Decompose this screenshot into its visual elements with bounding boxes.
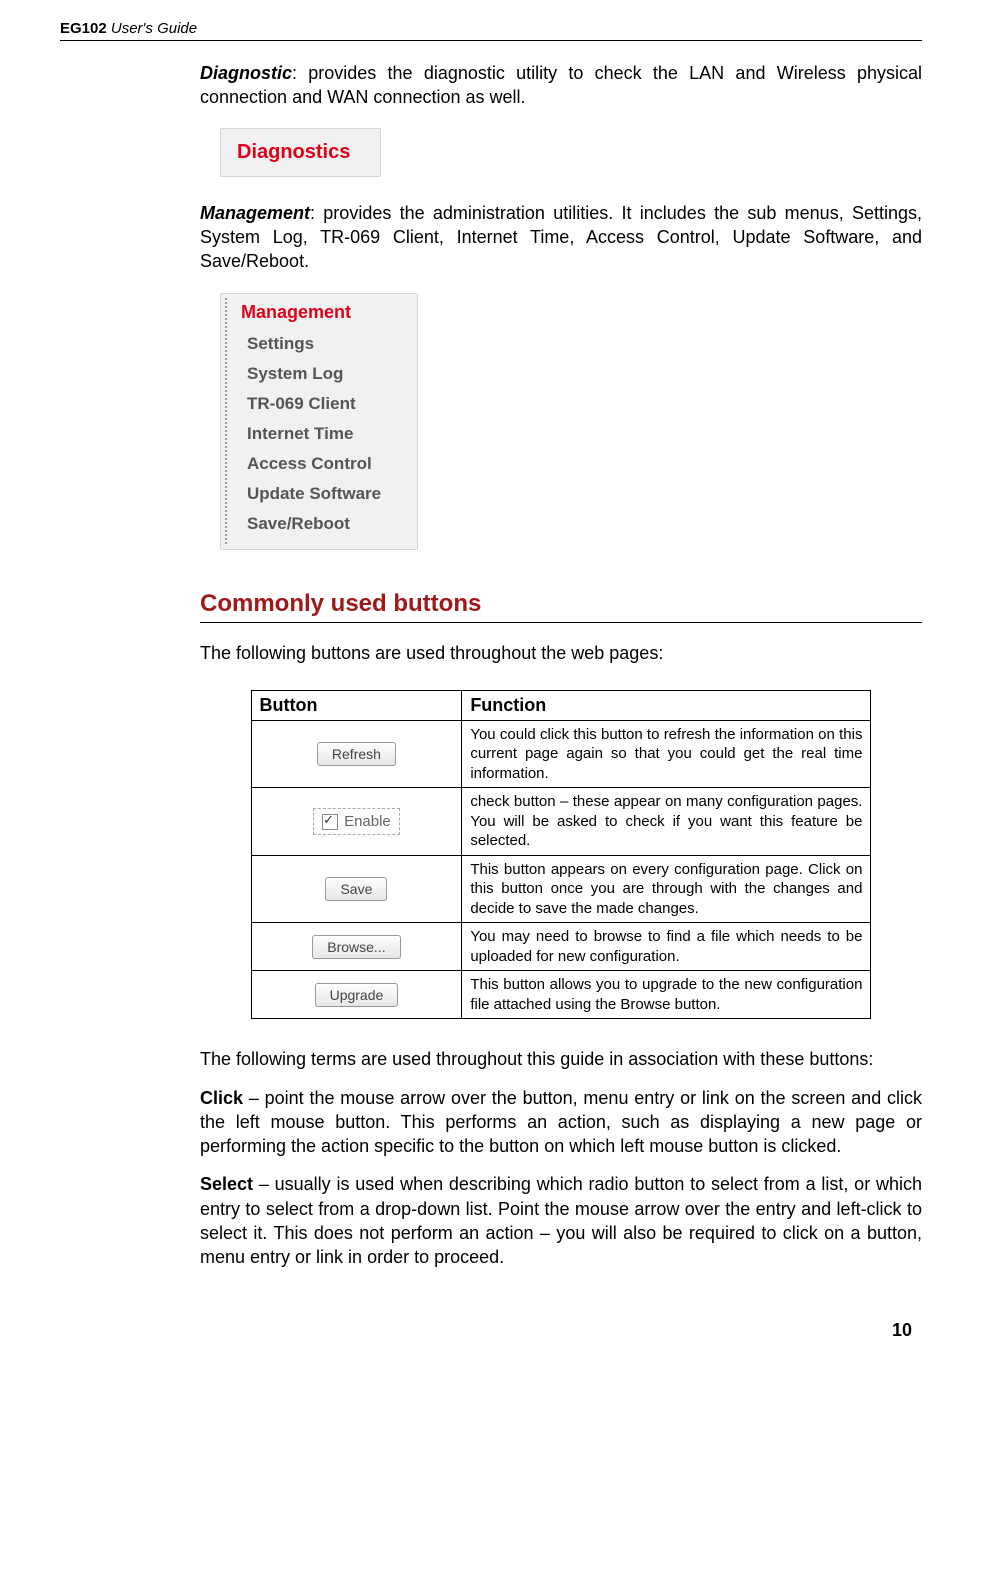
click-paragraph: Click – point the mouse arrow over the b…	[200, 1086, 922, 1159]
click-label: Click	[200, 1088, 243, 1108]
section-intro: The following buttons are used throughou…	[200, 641, 922, 665]
page-header: EG102 User's Guide	[60, 20, 922, 41]
mgmt-item-internet-time[interactable]: Internet Time	[235, 419, 387, 449]
section-title: Commonly used buttons	[200, 590, 922, 623]
management-menu-title[interactable]: Management	[241, 302, 387, 323]
buttons-table: Button Function Refresh You could click …	[251, 690, 872, 1020]
terms-intro: The following terms are used throughout …	[200, 1047, 922, 1071]
browse-button[interactable]: Browse...	[312, 935, 400, 959]
table-row: Save This button appears on every config…	[251, 855, 871, 923]
col-header-button: Button	[251, 690, 462, 720]
header-product: EG102	[60, 20, 107, 37]
upgrade-button[interactable]: Upgrade	[315, 983, 399, 1007]
enable-label: Enable	[344, 813, 391, 830]
table-header-row: Button Function	[251, 690, 871, 720]
button-cell: Save	[251, 855, 462, 923]
diagnostic-paragraph: Diagnostic: provides the diagnostic util…	[200, 61, 922, 110]
mgmt-item-system-log[interactable]: System Log	[235, 359, 387, 389]
header-suffix: User's Guide	[107, 20, 197, 37]
diagnostics-menu-box: Diagnostics	[220, 128, 381, 177]
table-row: Browse... You may need to browse to find…	[251, 923, 871, 971]
button-cell: Browse...	[251, 923, 462, 971]
enable-checkbox[interactable]: Enable	[313, 808, 400, 835]
management-menu-box: Management Settings System Log TR-069 Cl…	[220, 293, 418, 550]
function-cell: check button – these appear on many conf…	[462, 788, 871, 856]
table-row: Enable check button – these appear on ma…	[251, 788, 871, 856]
mgmt-item-save-reboot[interactable]: Save/Reboot	[235, 509, 387, 539]
select-text: – usually is used when describing which …	[200, 1174, 922, 1267]
function-cell: This button appears on every configurati…	[462, 855, 871, 923]
button-cell: Refresh	[251, 720, 462, 788]
select-paragraph: Select – usually is used when describing…	[200, 1172, 922, 1269]
button-cell: Enable	[251, 788, 462, 856]
table-row: Refresh You could click this button to r…	[251, 720, 871, 788]
management-label: Management	[200, 203, 310, 223]
mgmt-item-tr069[interactable]: TR-069 Client	[235, 389, 387, 419]
page-number: 10	[60, 1320, 922, 1341]
button-cell: Upgrade	[251, 971, 462, 1019]
mgmt-item-access-control[interactable]: Access Control	[235, 449, 387, 479]
diagnostics-menu-title[interactable]: Diagnostics	[237, 141, 350, 163]
table-row: Upgrade This button allows you to upgrad…	[251, 971, 871, 1019]
refresh-button[interactable]: Refresh	[317, 742, 396, 766]
col-header-function: Function	[462, 690, 871, 720]
function-cell: This button allows you to upgrade to the…	[462, 971, 871, 1019]
diagnostic-text: : provides the diagnostic utility to che…	[200, 63, 922, 107]
diagnostic-label: Diagnostic	[200, 63, 292, 83]
function-cell: You may need to browse to find a file wh…	[462, 923, 871, 971]
mgmt-item-settings[interactable]: Settings	[235, 329, 387, 359]
select-label: Select	[200, 1174, 253, 1194]
management-paragraph: Management: provides the administration …	[200, 201, 922, 274]
click-text: – point the mouse arrow over the button,…	[200, 1088, 922, 1157]
save-button[interactable]: Save	[325, 877, 387, 901]
mgmt-item-update-software[interactable]: Update Software	[235, 479, 387, 509]
function-cell: You could click this button to refresh t…	[462, 720, 871, 788]
checkbox-icon	[322, 814, 338, 830]
